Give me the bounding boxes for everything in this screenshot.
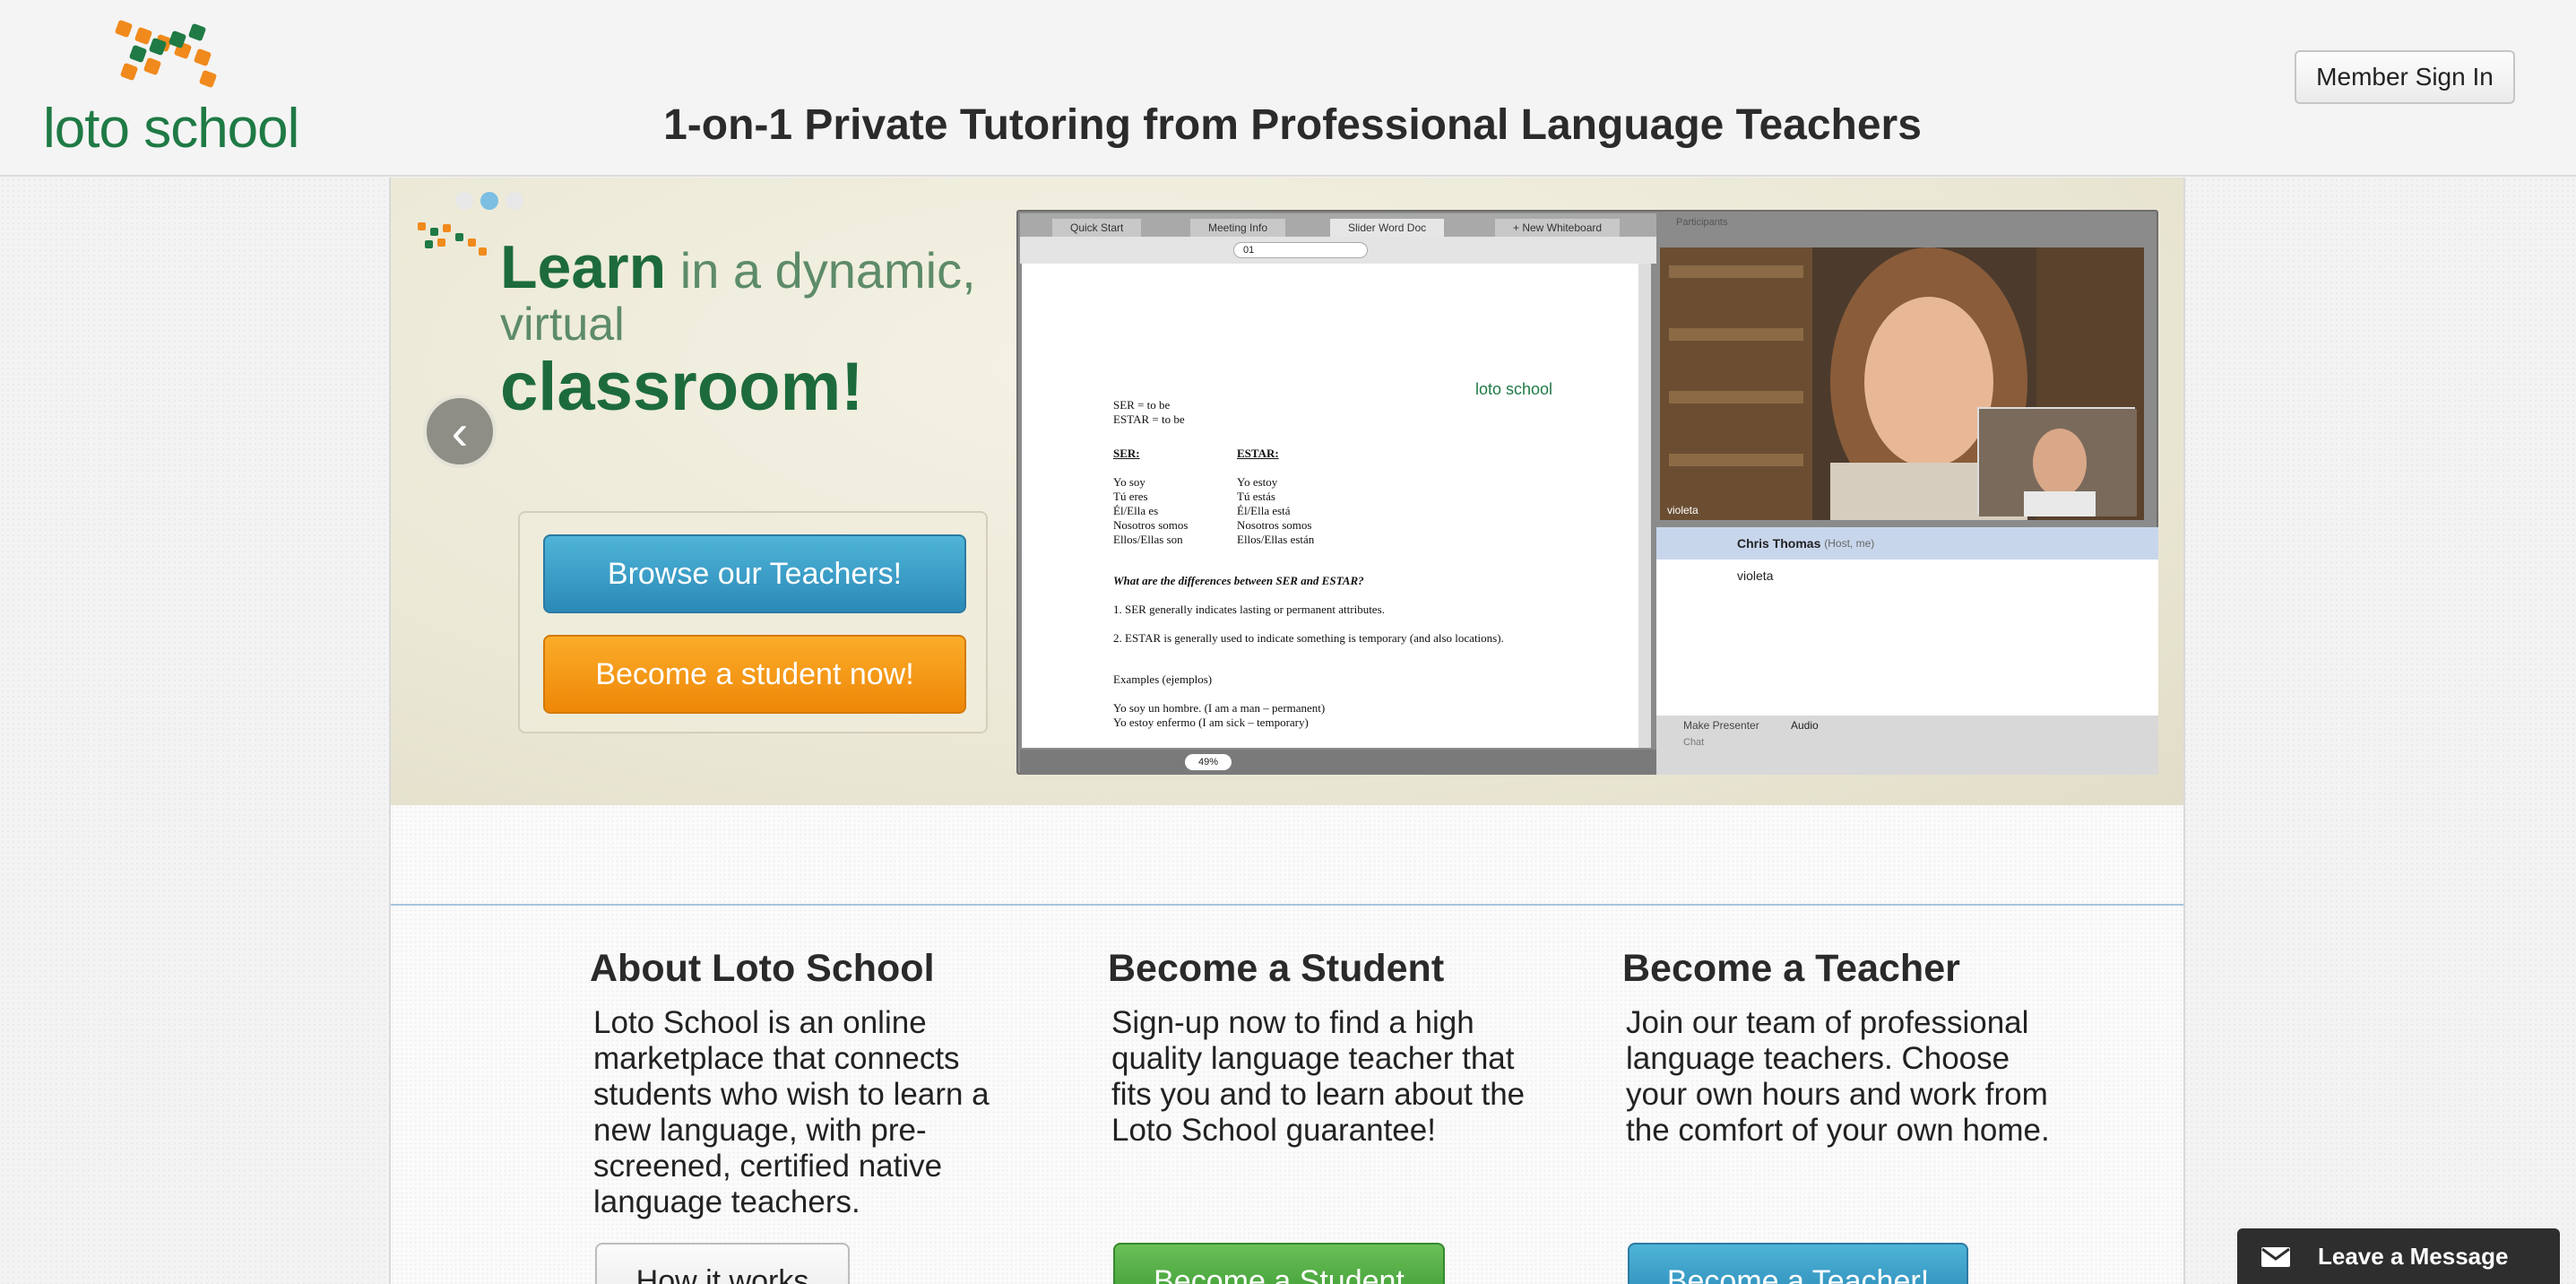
doc-line: 2. ESTAR is generally used to indicate s… <box>1113 631 1504 645</box>
doc-line: Yo soy <box>1113 475 1145 489</box>
make-presenter-button: Make Presenter <box>1683 719 1759 732</box>
hero-headline-learn: Learn <box>500 233 667 301</box>
student-video-image <box>1979 409 2137 516</box>
participant-note: (Host, me) <box>1824 537 1875 550</box>
site-header: loto school 1-on-1 Private Tutoring from… <box>0 0 2576 177</box>
hero-headline-classroom: classroom! <box>500 349 864 425</box>
hero-carousel: Learn in a dynamic, virtual classroom! ‹… <box>391 178 2183 805</box>
participants-list: Chris Thomas (Host, me) violeta <box>1656 527 2158 716</box>
main-content: Learn in a dynamic, virtual classroom! ‹… <box>389 178 2185 1284</box>
virtual-classroom-screenshot: Quick Start Meeting Info Slider Word Doc… <box>1016 210 2158 775</box>
shared-document: loto school SER = to be ESTAR = to be SE… <box>1022 264 1638 748</box>
doc-line: ESTAR = to be <box>1113 412 1185 426</box>
member-sign-in-button[interactable]: Member Sign In <box>2295 50 2515 104</box>
about-column: About Loto School Loto School is an onli… <box>590 947 1020 1220</box>
teacher-column: Become a Teacher Join our team of profes… <box>1622 947 2053 1149</box>
logo-mark-icon <box>115 20 217 88</box>
document-scrollbar <box>1638 264 1651 748</box>
student-title: Become a Student <box>1108 947 1445 990</box>
participant-name: Chris Thomas <box>1737 536 1821 551</box>
chat-label: Chat <box>1683 737 1705 748</box>
hero-headline-dynamic: in a dynamic, <box>666 242 976 299</box>
classroom-tab: Quick Start <box>1052 219 1142 237</box>
page-number-field: 01 <box>1233 242 1368 258</box>
doc-line: Ellos/Ellas están <box>1237 533 1315 546</box>
teacher-video-feed: violeta <box>1660 247 2144 520</box>
hero-headline: Learn in a dynamic, virtual classroom! <box>500 237 1002 421</box>
doc-line: 1. SER generally indicates lasting or pe… <box>1113 603 1385 616</box>
section-divider <box>391 904 2183 906</box>
participant-row[interactable]: violeta <box>1656 560 2158 592</box>
participant-row[interactable]: Chris Thomas (Host, me) <box>1656 527 2158 560</box>
doc-logo: loto school <box>1475 380 1553 398</box>
hero-cta-panel: Browse our Teachers! Become a student no… <box>518 511 988 733</box>
classroom-tab: Slider Word Doc <box>1330 219 1445 237</box>
teacher-title: Become a Teacher <box>1622 947 1960 990</box>
carousel-dot-2[interactable] <box>480 192 498 210</box>
doc-line: Él/Ella está <box>1237 504 1291 517</box>
classroom-toolbar: 01 <box>1020 237 1656 264</box>
how-it-works-button[interactable]: How it works <box>595 1243 850 1284</box>
doc-line: Tú eres <box>1113 490 1148 503</box>
doc-line: Examples (ejemplos) <box>1113 672 1213 686</box>
doc-line: SER: <box>1113 447 1140 460</box>
carousel-dot-3[interactable] <box>506 192 523 210</box>
banner-logo-mark-icon <box>418 222 487 256</box>
doc-line: Nosotros somos <box>1237 518 1312 532</box>
doc-line: Él/Ella es <box>1113 504 1159 517</box>
classroom-tab-bar: Quick Start Meeting Info Slider Word Doc… <box>1020 213 1656 237</box>
student-body: Sign-up now to find a high quality langu… <box>1111 1005 1526 1148</box>
become-student-button[interactable]: Become a Student <box>1113 1243 1445 1284</box>
page-tagline: 1-on-1 Private Tutoring from Professiona… <box>663 101 1922 149</box>
video-name-label: violeta <box>1667 504 1699 516</box>
teacher-body: Join our team of professional language t… <box>1626 1005 2050 1148</box>
student-video-pip <box>1977 407 2137 516</box>
carousel-dot-1[interactable] <box>455 192 473 210</box>
student-column: Become a Student Sign-up now to find a h… <box>1108 947 1538 1149</box>
doc-line: SER = to be <box>1113 398 1171 412</box>
classroom-tab: Meeting Info <box>1190 219 1286 237</box>
classroom-tab: + New Whiteboard <box>1495 219 1621 237</box>
doc-line: Yo estoy enfermo (I am sick – temporary) <box>1113 716 1309 729</box>
doc-line: Nosotros somos <box>1113 518 1189 532</box>
become-student-now-button[interactable]: Become a student now! <box>543 635 966 714</box>
about-title: About Loto School <box>590 947 935 990</box>
participants-toolbar: Make Presenter Audio Chat <box>1656 716 2158 775</box>
zoom-level: 49% <box>1185 754 1232 770</box>
about-body: Loto School is an online marketplace tha… <box>593 1005 990 1219</box>
carousel-prev-button[interactable]: ‹ <box>423 395 497 468</box>
participants-header: Participants <box>1676 217 1728 228</box>
doc-line: What are the differences between SER and… <box>1113 574 1364 587</box>
doc-line: Ellos/Ellas son <box>1113 533 1183 546</box>
classroom-bottom-toolbar: 49% <box>1020 750 1656 775</box>
doc-line: Yo soy un hombre. (I am a man – permanen… <box>1113 701 1326 715</box>
leave-message-label: Leave a Message <box>2318 1242 2509 1270</box>
envelope-icon <box>2261 1247 2290 1267</box>
doc-line: Yo estoy <box>1237 475 1278 489</box>
doc-line: ESTAR: <box>1237 447 1279 460</box>
audio-button: Audio <box>1791 719 1819 732</box>
leave-message-widget[interactable]: Leave a Message <box>2237 1228 2560 1284</box>
participant-name: violeta <box>1737 568 1774 583</box>
doc-line: Tú estás <box>1237 490 1275 503</box>
browse-teachers-button[interactable]: Browse our Teachers! <box>543 534 966 613</box>
become-teacher-button[interactable]: Become a Teacher! <box>1628 1243 1968 1284</box>
hero-headline-virtual: virtual <box>500 299 625 351</box>
